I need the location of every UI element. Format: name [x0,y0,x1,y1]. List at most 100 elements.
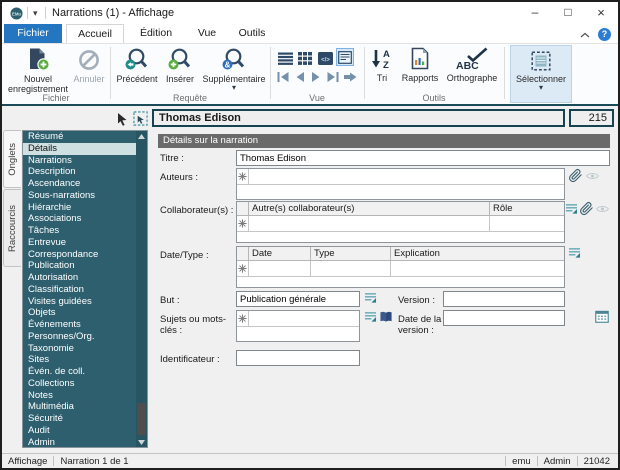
sidebar-item-objets[interactable]: Objets [23,307,136,319]
sidebar-item-personnes-org[interactable]: Personnes/Org. [23,331,136,343]
last-record-icon[interactable] [325,71,339,83]
collaborateur-cell[interactable] [249,216,490,231]
lookup-list-icon[interactable] [565,203,578,215]
sidebar-item-sites[interactable]: Sites [23,354,136,366]
column-header-type: Type [311,247,391,260]
date-version-label: Date de la version : [398,314,442,336]
quick-access-dropdown-icon[interactable]: ▾ [33,9,38,18]
sidebar-item-taxonomie[interactable]: Taxonomie [23,343,136,355]
attachment-icon[interactable] [568,168,583,183]
insert-button[interactable]: Insérer [162,47,198,84]
sujets-grid[interactable] [236,310,360,342]
sidebar-item-entrevue[interactable]: Entrevue [23,237,136,249]
sidebar-item-taches[interactable]: Tâches [23,225,136,237]
titre-label: Titre : [160,153,184,164]
eye-icon[interactable] [586,171,599,181]
auteurs-cell[interactable] [249,169,564,184]
but-input[interactable] [236,291,360,307]
explication-cell[interactable] [391,261,564,276]
spelling-button[interactable]: ABC Orthographe [442,47,502,83]
sidebar-item-details[interactable]: Détails [23,142,136,155]
sidebar-item-collections[interactable]: Collections [23,378,136,390]
sort-button[interactable]: AZ Tri [368,47,396,83]
scrollbar-thumb[interactable] [137,403,146,435]
eye-icon[interactable] [596,204,609,214]
sidebar-item-associations[interactable]: Associations [23,213,136,225]
sidebar-item-ascendance[interactable]: Ascendance [23,178,136,190]
sidebar-item-securite[interactable]: Sécurité [23,413,136,425]
previous-button[interactable]: Précédent [114,47,160,84]
scroll-up-icon[interactable] [136,131,147,141]
sidebar-item-audit[interactable]: Audit [23,425,136,437]
column-header-explication: Explication [394,248,440,259]
sidebar-item-narrations[interactable]: Narrations [23,155,136,167]
date-version-input[interactable] [443,310,565,326]
sidebar-item-correspondance[interactable]: Correspondance [23,249,136,261]
date-type-label: Date/Type : [160,250,209,261]
first-record-icon[interactable] [277,71,291,83]
view-details-button[interactable] [336,48,354,66]
sidebar-item-publication[interactable]: Publication [23,260,136,272]
sidebar-item-hierarchie[interactable]: Hiérarchie [23,202,136,214]
sidebar-tab-raccourcis[interactable]: Raccourcis [3,189,21,267]
select-button[interactable]: Sélectionner ▾ [510,45,572,103]
version-input[interactable] [443,291,565,307]
additional-dropdown-icon[interactable]: ▾ [200,84,268,92]
reports-button[interactable]: Rapports [398,47,442,83]
sidebar-tab-onglets[interactable]: Onglets [3,130,21,188]
sidebar-scrollbar[interactable] [136,131,147,447]
next-record-icon[interactable] [309,71,323,83]
sidebar-item-visites-guidees[interactable]: Visites guidées [23,296,136,308]
tab-edition[interactable]: Édition [128,24,184,43]
select-region-icon[interactable] [133,111,148,126]
sidebar-item-autorisation[interactable]: Autorisation [23,272,136,284]
tab-outils[interactable]: Outils [230,24,274,43]
previous-record-icon[interactable] [293,71,307,83]
sidebar-item-resume[interactable]: Résumé [23,131,136,143]
help-icon[interactable]: ? [598,28,611,41]
attachment-icon[interactable] [579,201,594,216]
ribbon-collapse-icon[interactable] [580,32,590,38]
sidebar-item-classification[interactable]: Classification [23,284,136,296]
scroll-down-icon[interactable] [136,437,147,447]
select-dropdown-icon[interactable]: ▾ [511,84,571,92]
goto-record-icon[interactable] [343,71,358,83]
tab-accueil[interactable]: Accueil [66,24,124,44]
close-button[interactable]: × [586,2,616,24]
date-type-table[interactable]: Date Type Explication [236,246,565,288]
sujet-cell[interactable] [249,311,359,326]
collaborateurs-table[interactable]: Autre(s) collaborateur(s) Rôle [236,201,565,243]
sidebar-item-even-de-coll[interactable]: Évén. de coll. [23,366,136,378]
pointer-tool-icon[interactable] [116,112,128,126]
sidebar-item-multimedia[interactable]: Multimédia [23,401,136,413]
calendar-icon[interactable] [595,310,609,323]
minimize-button[interactable]: – [520,2,550,24]
thesaurus-book-icon[interactable] [379,311,393,323]
sidebar-item-admin[interactable]: Admin [23,437,136,449]
sidebar-item-sous-narrations[interactable]: Sous-narrations [23,190,136,202]
sidebar-item-notes[interactable]: Notes [23,390,136,402]
tab-vue[interactable]: Vue [188,24,226,43]
additional-button[interactable]: & Supplémentaire ▾ [200,47,268,92]
role-cell[interactable] [490,216,564,231]
view-code-button[interactable]: </> [316,49,334,67]
auteurs-label: Auteurs : [160,172,199,183]
reports-label: Rapports [401,73,439,83]
type-cell[interactable] [311,261,391,276]
maximize-button[interactable]: □ [553,2,583,24]
sidebar-item-description[interactable]: Description [23,166,136,178]
auteurs-grid[interactable] [236,168,565,200]
lookup-list-icon[interactable] [568,247,581,259]
titre-input[interactable] [236,150,610,166]
identificateur-input[interactable] [236,350,360,366]
sidebar-item-evenements[interactable]: Événements [23,319,136,331]
lookup-list-icon[interactable] [364,311,377,323]
tab-fichier[interactable]: Fichier [4,24,62,43]
lookup-list-icon[interactable] [364,292,377,304]
view-grid-button[interactable] [296,49,314,67]
new-record-button[interactable]: Nouvel enregistrement [6,47,70,94]
view-list-button[interactable] [276,49,294,67]
new-row-marker [237,261,249,276]
spelling-label: Orthographe [446,73,498,83]
date-cell[interactable] [249,261,311,276]
